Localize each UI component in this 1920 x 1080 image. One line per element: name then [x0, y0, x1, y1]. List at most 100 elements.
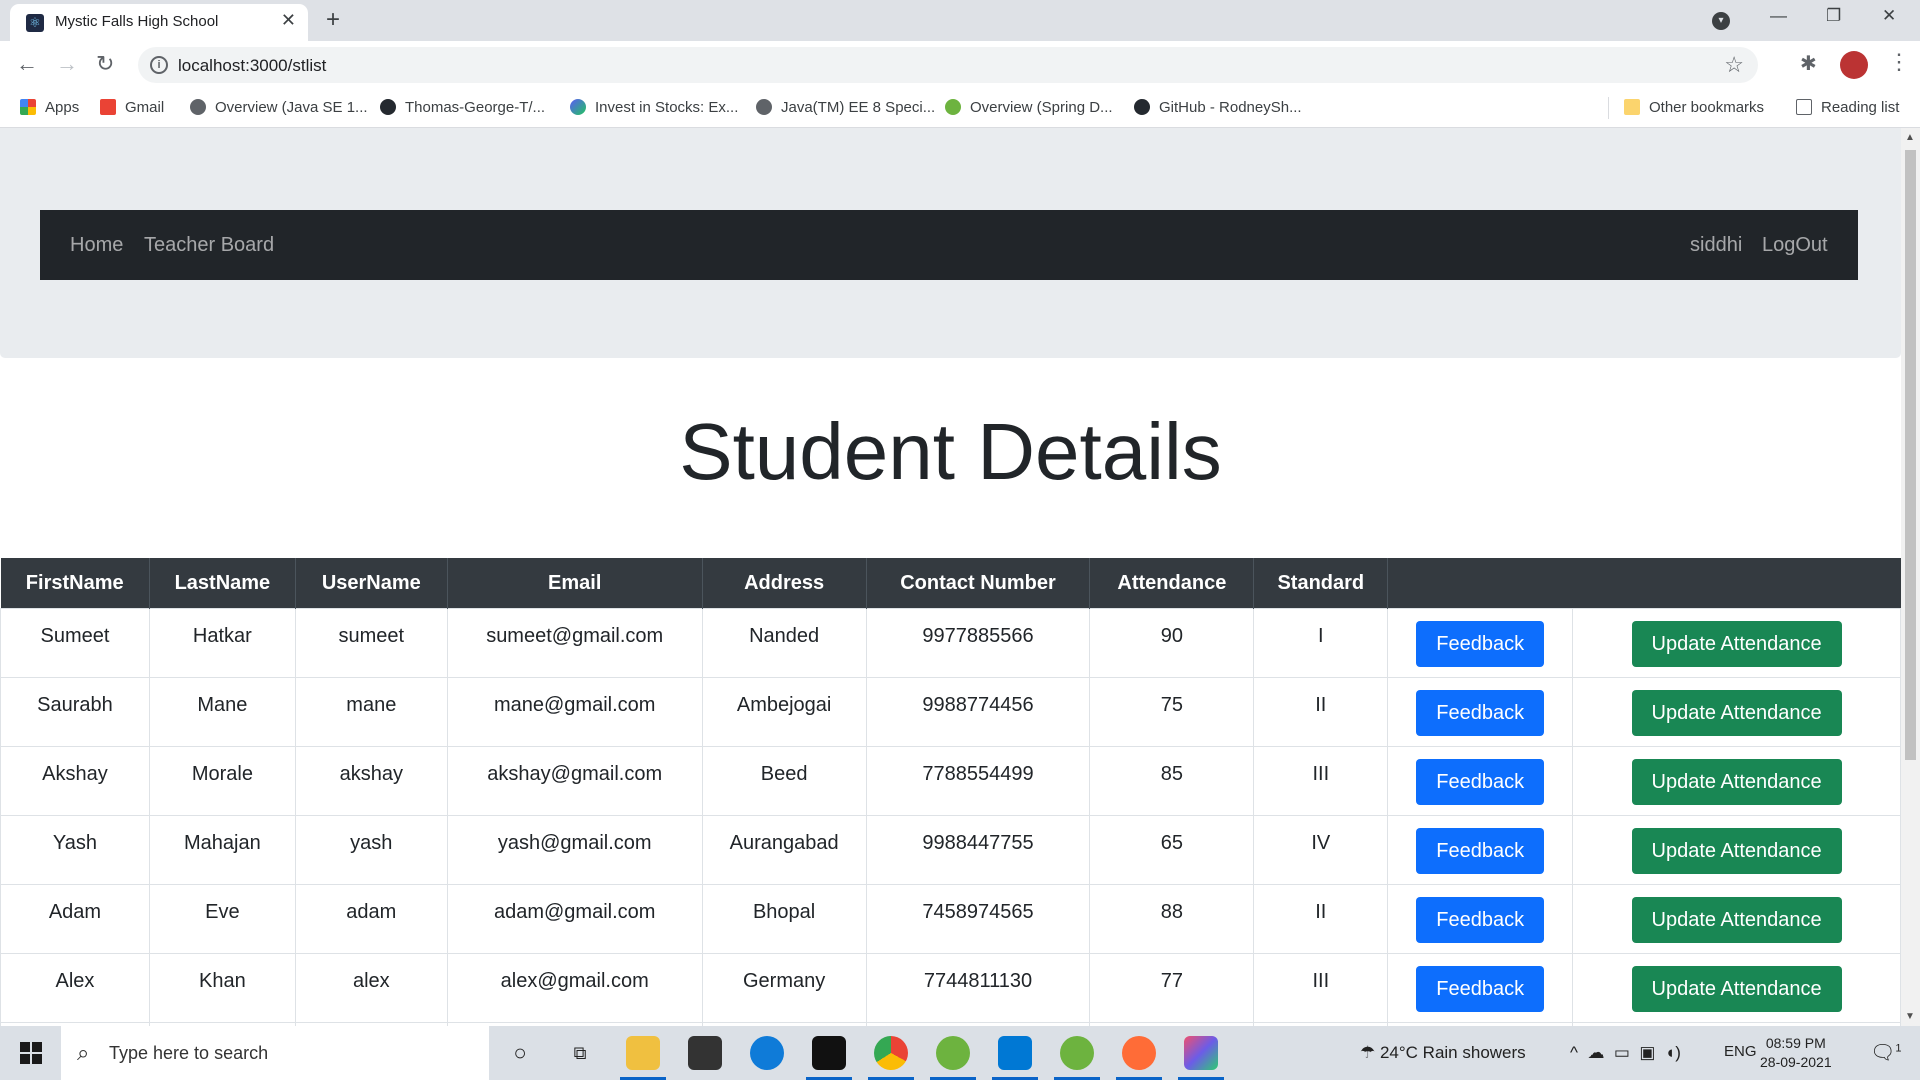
reading-list[interactable]: Reading list: [1796, 99, 1899, 116]
table-cell: Feedback: [1387, 953, 1574, 1023]
page-title: Student Details: [679, 407, 1222, 496]
vscode-icon[interactable]: [992, 1036, 1038, 1080]
info-icon[interactable]: i: [150, 56, 168, 74]
volume-icon[interactable]: ◖): [1665, 1043, 1681, 1062]
scroll-down-arrow-icon[interactable]: ▼: [1905, 1011, 1915, 1022]
menu-icon[interactable]: ⋮: [1888, 49, 1910, 75]
page-scrollbar[interactable]: ▲ ▼: [1901, 128, 1920, 1026]
extensions-icon[interactable]: ✱: [1800, 51, 1817, 76]
bookmark-apps[interactable]: Apps: [20, 99, 79, 116]
table-cell: II: [1253, 677, 1389, 747]
feedback-button[interactable]: Feedback: [1416, 966, 1545, 1012]
update-attendance-button[interactable]: Update Attendance: [1631, 897, 1842, 943]
onedrive-icon[interactable]: ☁: [1587, 1043, 1604, 1062]
table-cell: sumeet@gmail.com: [446, 608, 703, 678]
clock-date: 28-09-2021: [1760, 1054, 1832, 1070]
language-indicator[interactable]: ENG: [1724, 1043, 1757, 1060]
url-text[interactable]: localhost:3000/stlist: [178, 56, 326, 76]
table-cell: 9988447755: [865, 815, 1091, 885]
profile-avatar[interactable]: [1840, 51, 1868, 79]
update-attendance-button[interactable]: Update Attendance: [1631, 759, 1842, 805]
table-cell: mane: [294, 677, 448, 747]
spring-tool-icon[interactable]: [930, 1036, 976, 1080]
table-cell: Update Attendance: [1572, 677, 1901, 747]
file-explorer-icon[interactable]: [620, 1036, 666, 1080]
table-row: Sumeet Hatkar sumeet sumeet@gmail.com Na…: [0, 608, 1901, 678]
folder-icon: [1624, 99, 1640, 115]
chevron-up-icon[interactable]: ^: [1570, 1043, 1578, 1062]
clock[interactable]: 08:59 PM 28-09-2021: [1760, 1034, 1832, 1072]
bookmark-javaee[interactable]: Java(TM) EE 8 Speci...: [756, 99, 935, 116]
browser-tab[interactable]: ⚛ Mystic Falls High School ✕: [10, 4, 308, 41]
table-cell: Adam: [0, 884, 150, 954]
bookmark-spring-overview[interactable]: Overview (Spring D...: [945, 99, 1113, 116]
table-cell: yash@gmail.com: [446, 815, 703, 885]
nav-user-link[interactable]: siddhi: [1690, 234, 1742, 257]
chrome-icon[interactable]: [868, 1036, 914, 1080]
search-placeholder[interactable]: Type here to search: [109, 1043, 268, 1064]
nav-logout-link[interactable]: LogOut: [1762, 234, 1828, 257]
feedback-button[interactable]: Feedback: [1416, 759, 1545, 805]
bookmark-other[interactable]: Other bookmarks: [1624, 99, 1764, 116]
table-cell: mane@gmail.com: [446, 677, 703, 747]
page-viewport: Home Teacher Board siddhi LogOut Student…: [0, 128, 1901, 1026]
store-icon[interactable]: [688, 1036, 722, 1070]
feedback-button[interactable]: Feedback: [1416, 690, 1545, 736]
table-cell: I: [1253, 608, 1389, 678]
cortana-icon[interactable]: ○: [503, 1036, 537, 1070]
address-bar[interactable]: i localhost:3000/stlist ☆: [138, 47, 1758, 83]
table-cell: Update Attendance: [1572, 608, 1901, 678]
table-cell: 77: [1089, 953, 1255, 1023]
network-icon[interactable]: ▣: [1639, 1043, 1655, 1062]
postman-icon[interactable]: [1116, 1036, 1162, 1080]
bookmark-gmail[interactable]: Gmail: [100, 99, 164, 116]
reload-icon[interactable]: ↻: [96, 51, 114, 77]
table-cell: Alex: [0, 953, 150, 1023]
minimize-icon[interactable]: —: [1770, 6, 1787, 26]
weather-widget[interactable]: ☂ 24°C Rain showers: [1360, 1043, 1526, 1063]
nav-home-link[interactable]: Home: [70, 234, 123, 257]
bookmark-star-icon[interactable]: ☆: [1724, 52, 1744, 78]
gmail-icon: [100, 99, 116, 115]
update-attendance-button[interactable]: Update Attendance: [1631, 621, 1842, 667]
tab-search-icon[interactable]: ▾: [1712, 12, 1730, 30]
restore-icon[interactable]: ❐: [1826, 6, 1841, 26]
back-icon[interactable]: ←: [16, 51, 38, 77]
table-cell: Morale: [148, 746, 296, 816]
edge-icon[interactable]: [750, 1036, 784, 1070]
bookmark-java-overview[interactable]: Overview (Java SE 1...: [190, 99, 368, 116]
update-attendance-button[interactable]: Update Attendance: [1631, 828, 1842, 874]
column-header: [1387, 558, 1573, 609]
column-header: LastName: [148, 558, 296, 609]
windows-start-icon[interactable]: [20, 1042, 42, 1064]
nav-teacher-board-link[interactable]: Teacher Board: [144, 234, 274, 257]
new-tab-icon[interactable]: +: [326, 6, 340, 34]
feedback-button[interactable]: Feedback: [1416, 897, 1545, 943]
tray-icons[interactable]: ^ ☁ ▭ ▣ ◖): [1570, 1043, 1681, 1063]
bookmark-github-thomas[interactable]: Thomas-George-T/...: [380, 99, 545, 116]
table-cell: 90: [1089, 608, 1255, 678]
forward-icon[interactable]: →: [56, 51, 78, 77]
scroll-up-arrow-icon[interactable]: ▲: [1905, 132, 1915, 143]
table-cell: Feedback: [1387, 677, 1574, 747]
close-tab-icon[interactable]: ✕: [281, 10, 296, 31]
scrollbar-thumb[interactable]: [1905, 150, 1916, 760]
spring-tool-icon[interactable]: [1054, 1036, 1100, 1080]
update-attendance-button[interactable]: Update Attendance: [1631, 690, 1842, 736]
bookmark-invest-stocks[interactable]: Invest in Stocks: Ex...: [570, 99, 738, 116]
update-attendance-button[interactable]: Update Attendance: [1631, 966, 1842, 1012]
bookmark-github-rodney[interactable]: GitHub - RodneySh...: [1134, 99, 1302, 116]
mysql-icon[interactable]: [806, 1036, 852, 1080]
battery-icon[interactable]: ▭: [1614, 1043, 1630, 1062]
notification-icon[interactable]: 🗨1: [1870, 1040, 1902, 1065]
table-cell: Germany: [701, 953, 867, 1023]
feedback-button[interactable]: Feedback: [1416, 621, 1545, 667]
table-cell: Aurangabad: [701, 815, 867, 885]
app-icon[interactable]: [1178, 1036, 1224, 1080]
close-window-icon[interactable]: ✕: [1882, 6, 1896, 26]
table-cell: Sumeet: [0, 608, 150, 678]
browser-titlebar: ⚛ Mystic Falls High School ✕ + ▾ — ❐ ✕: [0, 0, 1920, 41]
feedback-button[interactable]: Feedback: [1416, 828, 1545, 874]
taskbar-search[interactable]: ⌕ Type here to search: [61, 1026, 489, 1080]
task-view-icon[interactable]: ⧉: [563, 1036, 597, 1070]
